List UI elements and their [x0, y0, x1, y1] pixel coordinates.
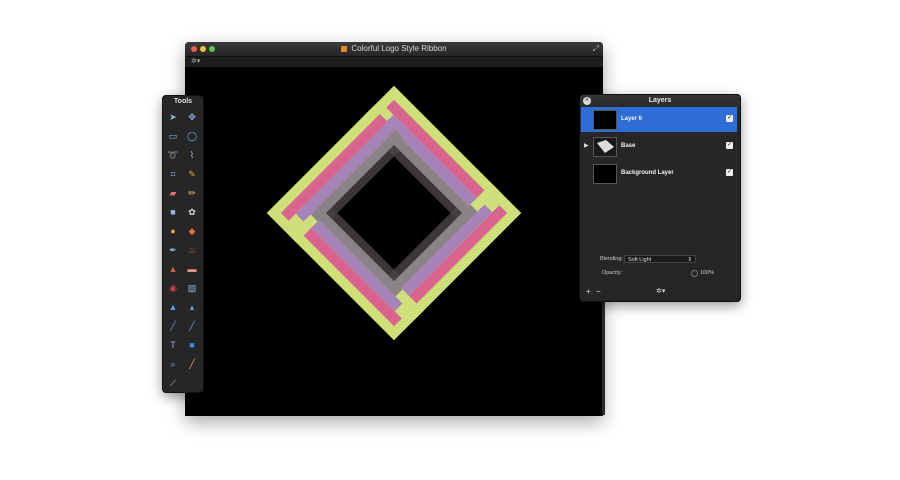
shape-icon[interactable]: ■ — [185, 338, 199, 352]
image-canvas[interactable] — [185, 67, 603, 416]
blending-label: Blending: — [600, 256, 623, 262]
eraser-icon[interactable]: ▰ — [166, 186, 180, 200]
move-icon[interactable]: ✥ — [185, 110, 199, 124]
visibility-checkbox[interactable]: ✓ — [726, 142, 733, 149]
layers-panel-title: Layers — [648, 97, 672, 104]
document-title-wrap: Colorful Logo Style Ribbon — [185, 43, 603, 55]
document-titlebar[interactable]: Colorful Logo Style Ribbon ⤢ — [185, 42, 603, 57]
document-title: Colorful Logo Style Ribbon — [351, 44, 447, 53]
sponge-icon[interactable]: ▧ — [185, 281, 199, 295]
opacity-label: Opacity: — [602, 270, 623, 276]
rectangle-icon[interactable]: ■ — [166, 205, 180, 219]
paint-bucket-icon[interactable]: ◆ — [185, 224, 199, 238]
blending-select[interactable]: Soft Light ⇕ — [624, 255, 696, 263]
tools-panel: Tools ➤ ✥ ▭ ◯ ➰ ⌇ ⌗ ✎ ▰ ✏ ■ ✿ ● ◆ ✒ ♨ ▲ ▬ ◉ ▧ ▲ ▴ ╱ ╱ T ■ ⌕ ╱ ⟋ — [162, 95, 204, 393]
layer-thumbnail — [593, 110, 617, 130]
burn-icon[interactable]: ♨ — [185, 243, 199, 257]
layer-name: Background Layer — [621, 170, 674, 176]
sharpen-icon[interactable]: ▲ — [166, 300, 180, 314]
red-eye-icon[interactable]: ◉ — [166, 281, 180, 295]
visibility-checkbox[interactable]: ✓ — [726, 115, 733, 122]
pointer-icon[interactable]: ➤ — [166, 110, 180, 124]
chevron-updown-icon: ⇕ — [687, 257, 692, 263]
brush-stroke-icon[interactable]: ⟋ — [166, 376, 180, 390]
document-toolbar: ✲▾ — [185, 57, 603, 67]
gear-icon[interactable]: ✲▾ — [656, 288, 665, 296]
zoom-icon[interactable]: ⌕ — [166, 357, 180, 371]
layers-panel-header[interactable]: × Layers — [580, 95, 740, 107]
opacity-slider-knob[interactable] — [691, 270, 698, 277]
ellipse-select-icon[interactable]: ◯ — [185, 129, 199, 143]
smudge-icon[interactable]: ● — [166, 224, 180, 238]
visibility-checkbox[interactable]: ✓ — [726, 169, 733, 176]
remove-layer-button[interactable]: − — [596, 288, 601, 296]
layer-row[interactable]: ▶ Base ✓ — [581, 134, 737, 159]
layer-thumbnail — [593, 164, 617, 184]
color-picker-icon[interactable]: ╱ — [185, 357, 199, 371]
blending-value: Soft Light — [628, 257, 652, 263]
add-layer-button[interactable]: + — [586, 288, 591, 296]
document-icon — [341, 45, 348, 52]
gear-icon[interactable]: ✲▾ — [191, 57, 200, 67]
ribbon-artwork — [266, 85, 522, 341]
paint-brush-icon[interactable]: ✒ — [166, 243, 180, 257]
layer-thumbnail — [593, 137, 617, 157]
fullscreen-arrows-icon[interactable]: ⤢ — [593, 44, 599, 54]
document-window: Colorful Logo Style Ribbon ⤢ ✲▾ — [185, 42, 603, 416]
opacity-value: 100% — [700, 270, 715, 276]
blur-icon[interactable]: ▴ — [185, 300, 199, 314]
tools-panel-title: Tools — [173, 98, 193, 105]
line-icon[interactable]: ╱ — [185, 319, 199, 333]
layer-name: Base — [621, 143, 636, 149]
stamp-icon[interactable]: ▲ — [166, 262, 180, 276]
layer-row[interactable]: Layer 6 ✓ — [581, 107, 737, 132]
layers-panel: × Layers Layer 6 ✓ ▶ Base ✓ Background L… — [579, 94, 741, 302]
bandage-icon[interactable]: ▬ — [185, 262, 199, 276]
lasso-icon[interactable]: ➰ — [166, 148, 180, 162]
polygon-lasso-icon[interactable]: ⌇ — [185, 148, 199, 162]
pencil-icon[interactable]: ✏ — [185, 186, 199, 200]
layer-name: Layer 6 — [621, 116, 643, 122]
clone-icon[interactable]: ✿ — [185, 205, 199, 219]
eyedropper-icon[interactable]: ✎ — [185, 167, 199, 181]
text-icon[interactable]: T — [166, 338, 180, 352]
rect-select-icon[interactable]: ▭ — [166, 129, 180, 143]
pen-icon[interactable]: ╱ — [166, 319, 180, 333]
layer-row[interactable]: Background Layer ✓ — [581, 161, 737, 186]
disclosure-triangle-icon[interactable]: ▶ — [584, 142, 589, 150]
crop-icon[interactable]: ⌗ — [166, 167, 180, 181]
